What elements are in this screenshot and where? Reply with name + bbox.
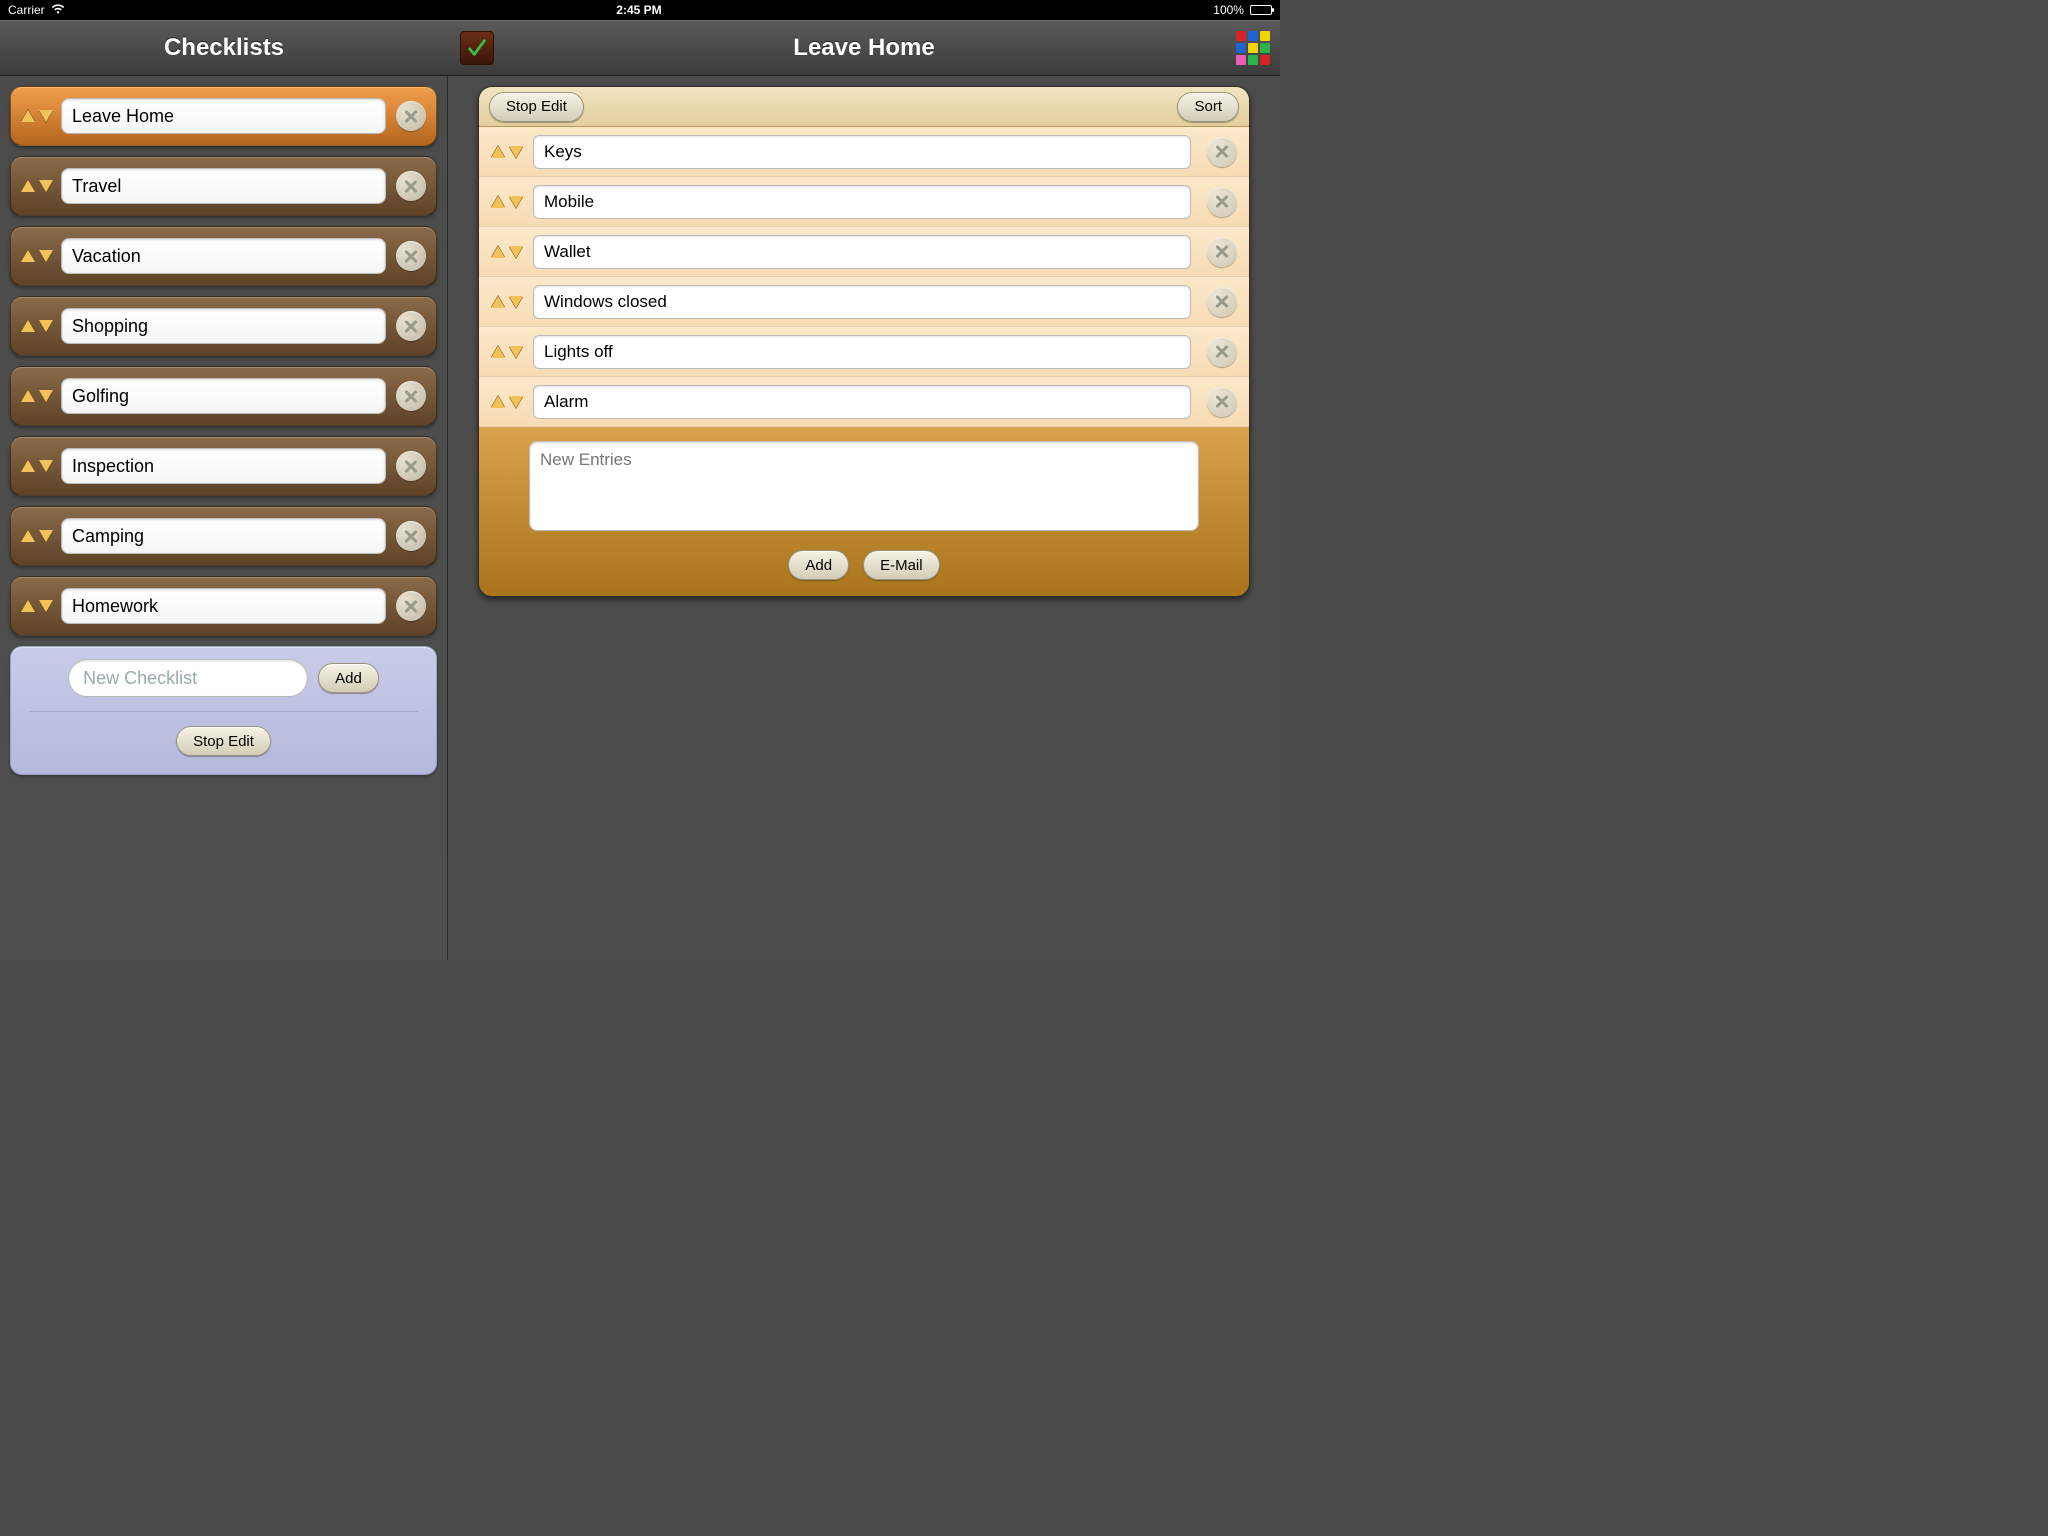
move-up-icon[interactable]	[491, 246, 505, 258]
checklist-name-input[interactable]	[61, 98, 386, 134]
item-row	[479, 377, 1249, 427]
checklist-row[interactable]	[10, 296, 437, 356]
delete-item-button[interactable]	[1207, 387, 1237, 417]
checklist-name-input[interactable]	[61, 588, 386, 624]
delete-item-button[interactable]	[1207, 337, 1237, 367]
checklist-row[interactable]	[10, 226, 437, 286]
carrier-label: Carrier	[8, 3, 45, 17]
delete-checklist-button[interactable]	[396, 451, 426, 481]
delete-item-button[interactable]	[1207, 287, 1237, 317]
item-name-input[interactable]	[533, 285, 1191, 319]
battery-percent: 100%	[1213, 3, 1244, 17]
move-down-icon[interactable]	[509, 146, 523, 158]
move-down-icon[interactable]	[509, 396, 523, 408]
item-row	[479, 327, 1249, 377]
move-up-icon[interactable]	[21, 110, 35, 122]
checklists-pane: Add Stop Edit	[0, 76, 448, 960]
move-up-icon[interactable]	[491, 346, 505, 358]
delete-checklist-button[interactable]	[396, 381, 426, 411]
color-grid-icon[interactable]	[1236, 31, 1270, 65]
move-up-icon[interactable]	[491, 296, 505, 308]
move-up-icon[interactable]	[21, 250, 35, 262]
new-checklist-input[interactable]	[68, 659, 308, 697]
move-down-icon[interactable]	[509, 196, 523, 208]
checklist-row[interactable]	[10, 436, 437, 496]
checklist-name-input[interactable]	[61, 308, 386, 344]
add-checklist-button[interactable]: Add	[318, 663, 379, 693]
delete-checklist-button[interactable]	[396, 101, 426, 131]
wifi-icon	[51, 3, 65, 17]
checklist-row[interactable]	[10, 86, 437, 146]
move-down-icon[interactable]	[39, 390, 53, 402]
move-down-icon[interactable]	[509, 296, 523, 308]
move-down-icon[interactable]	[39, 180, 53, 192]
item-name-input[interactable]	[533, 385, 1191, 419]
item-row	[479, 177, 1249, 227]
add-checklist-panel: Add Stop Edit	[10, 646, 437, 775]
move-down-icon[interactable]	[39, 320, 53, 332]
sort-button[interactable]: Sort	[1177, 92, 1239, 122]
delete-checklist-button[interactable]	[396, 591, 426, 621]
item-row	[479, 277, 1249, 327]
checklist-name-input[interactable]	[61, 168, 386, 204]
checklist-name-input[interactable]	[61, 518, 386, 554]
delete-checklist-button[interactable]	[396, 311, 426, 341]
item-name-input[interactable]	[533, 335, 1191, 369]
checklist-name-input[interactable]	[61, 378, 386, 414]
delete-checklist-button[interactable]	[396, 171, 426, 201]
move-down-icon[interactable]	[39, 110, 53, 122]
new-entries-textarea[interactable]	[529, 441, 1199, 531]
move-down-icon[interactable]	[39, 460, 53, 472]
status-bar: Carrier 2:45 PM 100%	[0, 0, 1280, 20]
left-title-bar: Checklists	[0, 20, 448, 76]
checklist-name-input[interactable]	[61, 238, 386, 274]
checklist-row[interactable]	[10, 366, 437, 426]
move-up-icon[interactable]	[21, 600, 35, 612]
item-name-input[interactable]	[533, 235, 1191, 269]
delete-checklist-button[interactable]	[396, 521, 426, 551]
item-row	[479, 127, 1249, 177]
right-title-bar: Leave Home	[448, 20, 1280, 76]
add-items-button[interactable]: Add	[788, 550, 849, 580]
move-down-icon[interactable]	[39, 250, 53, 262]
move-up-icon[interactable]	[21, 320, 35, 332]
checkmark-app-icon[interactable]	[460, 31, 494, 65]
item-row	[479, 227, 1249, 277]
delete-item-button[interactable]	[1207, 237, 1237, 267]
move-up-icon[interactable]	[491, 146, 505, 158]
move-up-icon[interactable]	[491, 396, 505, 408]
move-up-icon[interactable]	[21, 460, 35, 472]
move-down-icon[interactable]	[39, 600, 53, 612]
battery-icon	[1250, 5, 1272, 15]
delete-item-button[interactable]	[1207, 187, 1237, 217]
right-title: Leave Home	[793, 34, 934, 62]
clock: 2:45 PM	[616, 3, 661, 17]
items-card: Stop Edit Sort	[478, 86, 1250, 597]
checklist-row[interactable]	[10, 506, 437, 566]
items-pane: Stop Edit Sort	[448, 76, 1280, 960]
move-up-icon[interactable]	[21, 390, 35, 402]
stop-edit-checklists-button[interactable]: Stop Edit	[176, 726, 271, 756]
checklist-row[interactable]	[10, 576, 437, 636]
move-up-icon[interactable]	[21, 180, 35, 192]
move-down-icon[interactable]	[509, 346, 523, 358]
item-name-input[interactable]	[533, 185, 1191, 219]
move-down-icon[interactable]	[39, 530, 53, 542]
item-name-input[interactable]	[533, 135, 1191, 169]
stop-edit-items-button[interactable]: Stop Edit	[489, 92, 584, 122]
move-up-icon[interactable]	[491, 196, 505, 208]
checklist-name-input[interactable]	[61, 448, 386, 484]
email-button[interactable]: E-Mail	[863, 550, 940, 580]
checklist-row[interactable]	[10, 156, 437, 216]
delete-checklist-button[interactable]	[396, 241, 426, 271]
move-up-icon[interactable]	[21, 530, 35, 542]
delete-item-button[interactable]	[1207, 137, 1237, 167]
move-down-icon[interactable]	[509, 246, 523, 258]
left-title: Checklists	[164, 34, 284, 62]
